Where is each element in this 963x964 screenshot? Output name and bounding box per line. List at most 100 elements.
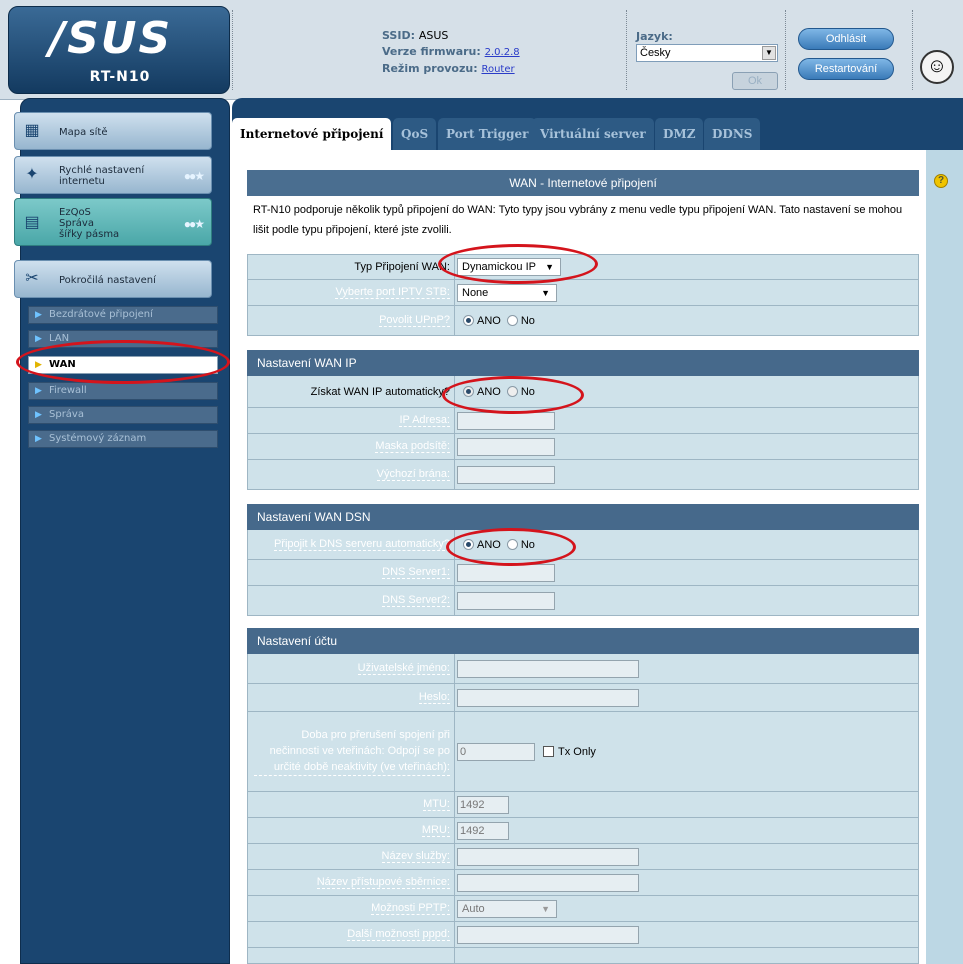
auto-dns-no-radio[interactable] <box>506 539 518 550</box>
sidebar-item-wan[interactable]: ▶ WAN <box>28 356 218 374</box>
sidebar-item-ezqos[interactable]: ▤ EzQoS Správa šířky pásma ●●★ <box>14 198 212 246</box>
access-label: Název přístupové sběrnice: <box>316 876 450 889</box>
triangle-right-icon: ▶ <box>35 360 42 370</box>
mask-row: Maska podsítě: <box>247 434 919 460</box>
ip-label: IP Adresa: <box>399 414 450 427</box>
tab-qos[interactable]: QoS <box>393 118 437 150</box>
auto-dns-no-label: No <box>520 538 535 551</box>
service-label: Název služby: <box>381 850 450 863</box>
dns1-input[interactable] <box>457 563 555 582</box>
page-description: RT-N10 podporuje několik typů připojení … <box>253 204 903 236</box>
service-input[interactable] <box>457 847 639 866</box>
mru-input[interactable]: 1492 <box>457 821 509 840</box>
tab-ddns[interactable]: DDNS <box>704 118 761 150</box>
username-input[interactable] <box>457 659 639 678</box>
ezqos-label-1: EzQoS <box>59 206 91 218</box>
tx-only-checkbox[interactable] <box>543 746 554 757</box>
pppd-row: Další možnosti pppd: <box>247 922 919 948</box>
language-label: Jazyk: <box>636 30 673 43</box>
auto-dns-yes-radio[interactable] <box>463 539 474 550</box>
auto-ip-no-radio[interactable] <box>506 386 518 397</box>
pppd-input[interactable] <box>457 925 639 944</box>
sidebar-item-lan[interactable]: ▶ LAN <box>28 330 218 348</box>
mru-label: MRU: <box>421 824 450 837</box>
account-header: Nastavení účtu <box>247 628 919 654</box>
dns2-input[interactable] <box>457 591 555 610</box>
gateway-input[interactable] <box>457 465 555 484</box>
auto-ip-yes-label: ANO <box>477 385 501 398</box>
pptp-select[interactable]: Auto ▼ <box>457 899 557 918</box>
chevron-down-icon: ▼ <box>545 262 554 272</box>
page-title: WAN - Internetové připojení <box>247 170 919 196</box>
tab-internet-connection[interactable]: Internetové připojení <box>232 118 392 150</box>
upnp-no-radio[interactable] <box>506 315 518 326</box>
tab-dmz[interactable]: DMZ <box>655 118 704 150</box>
right-strip <box>926 150 963 964</box>
mode-link[interactable]: Router <box>481 64 514 75</box>
sidebar-item-system-log[interactable]: ▶ Systémový záznam <box>28 430 218 448</box>
password-input[interactable] <box>457 688 639 707</box>
sparkle-icon: ●●★ <box>183 217 205 231</box>
wan-ip-header: Nastavení WAN IP <box>247 350 919 376</box>
auto-ip-no-label: No <box>520 385 535 398</box>
idle-label: Doba pro přerušení spojení při nečinnost… <box>254 727 450 776</box>
idle-input[interactable]: 0 <box>457 742 535 761</box>
next-row <box>247 948 919 964</box>
pptp-label: Možnosti PPTP: <box>371 902 450 915</box>
conn-type-select[interactable]: Dynamickou IP ▼ <box>457 258 561 276</box>
network-map-icon: ▦ <box>24 122 40 139</box>
upnp-yes-label: ANO <box>477 314 501 327</box>
auto-ip-yes-radio[interactable] <box>463 386 474 397</box>
auto-dns-label: Připojit k DNS serveru automaticky? <box>273 538 450 551</box>
sidebar-item-administration[interactable]: ▶ Správa <box>28 406 218 424</box>
iptv-row: Vyberte port IPTV STB: None ▼ <box>247 280 919 306</box>
model-name: RT-N10 <box>89 69 151 85</box>
sidebar-item-advanced[interactable]: ✂ Pokročilá nastavení <box>14 260 212 298</box>
upnp-row: Povolit UPnP? ANO No <box>247 306 919 336</box>
header-divider <box>785 10 786 90</box>
help-icon[interactable]: ? <box>934 174 948 188</box>
upnp-yes-radio[interactable] <box>463 315 474 326</box>
tools-icon: ✂ <box>25 270 39 287</box>
logout-button[interactable]: Odhlásit <box>798 28 894 50</box>
triangle-right-icon: ▶ <box>35 434 42 444</box>
sparkle-icon: ●●★ <box>183 169 205 183</box>
dns2-row: DNS Server2: <box>247 586 919 616</box>
iptv-select[interactable]: None ▼ <box>457 283 557 302</box>
service-row: Název služby: <box>247 844 919 870</box>
sidebar-item-network-map[interactable]: ▦ Mapa sítě <box>14 112 212 150</box>
triangle-right-icon: ▶ <box>35 310 42 320</box>
mask-label: Maska podsítě: <box>375 440 450 453</box>
language-select[interactable]: Česky ▼ <box>636 44 778 62</box>
sidebar-item-wireless[interactable]: ▶ Bezdrátové připojení <box>28 306 218 324</box>
ip-input[interactable] <box>457 411 555 430</box>
conn-type-label: Typ Připojení WAN: <box>354 261 450 273</box>
triangle-right-icon: ▶ <box>35 334 42 344</box>
tx-only-label: Tx Only <box>558 745 596 758</box>
bandwidth-icon: ▤ <box>24 214 40 231</box>
tab-virtual-server[interactable]: Virtuální server <box>532 118 654 150</box>
auto-ip-label: Získat WAN IP automaticky? <box>310 385 450 398</box>
access-input[interactable] <box>457 873 639 892</box>
tab-port-trigger[interactable]: Port Trigger <box>438 118 537 150</box>
triangle-right-icon: ▶ <box>35 386 42 396</box>
chevron-down-icon: ▼ <box>541 903 550 914</box>
quick-setup-label-2: internetu <box>59 176 105 187</box>
header-divider <box>232 10 233 90</box>
sidebar-item-quick-setup[interactable]: ✦ Rychlé nastavení internetu ●●★ <box>14 156 212 194</box>
mode-label: Režim provozu: <box>382 62 478 75</box>
language-box: Jazyk: Česky ▼ Ok <box>636 30 778 90</box>
mask-input[interactable] <box>457 437 555 456</box>
header: /SUS RT-N10 SSID: ASUS Verze firmwaru: 2… <box>0 0 963 100</box>
dns1-label: DNS Server1: <box>382 566 450 579</box>
language-ok-button[interactable]: Ok <box>732 72 778 90</box>
restart-button[interactable]: Restartování <box>798 58 894 80</box>
ssid-value: ASUS <box>418 29 449 42</box>
mtu-input[interactable]: 1492 <box>457 795 509 814</box>
firmware-link[interactable]: 2.0.2.8 <box>485 47 520 58</box>
conn-type-row: Typ Připojení WAN: Dynamickou IP ▼ <box>247 254 919 280</box>
logo-text: /SUS <box>49 13 173 64</box>
sidebar-item-firewall[interactable]: ▶ Firewall <box>28 382 218 400</box>
auto-dns-row: Připojit k DNS serveru automaticky? ANO … <box>247 530 919 560</box>
password-row: Heslo: <box>247 684 919 712</box>
